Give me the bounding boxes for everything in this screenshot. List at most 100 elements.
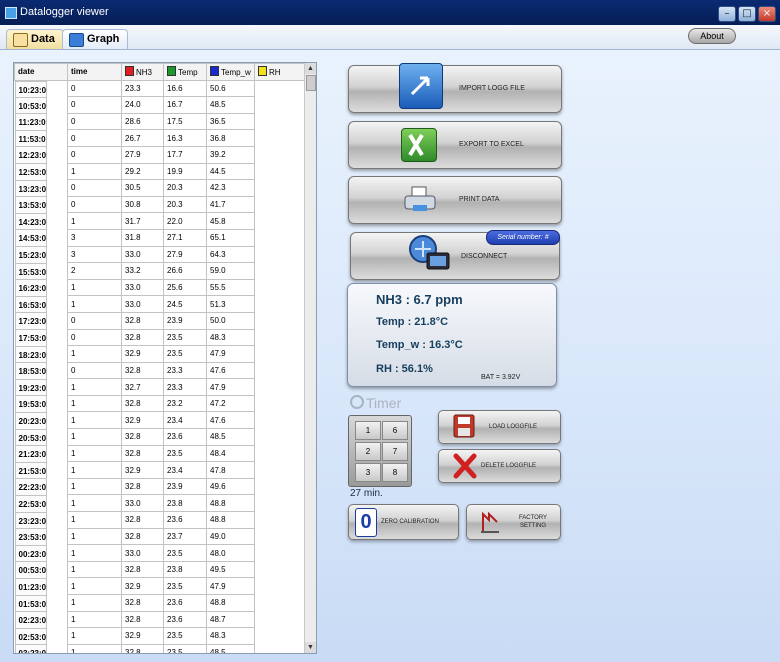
table-row[interactable]: 10/07/200923:23:00132.823.648.8 <box>14 511 305 530</box>
app-icon <box>5 7 17 19</box>
table-row[interactable]: 10/07/200910:23:00023.316.650.6 <box>14 79 305 99</box>
column-header-temp-w[interactable]: Temp_w <box>206 63 255 81</box>
scroll-thumb[interactable] <box>306 75 316 91</box>
table-cell: 64.3 <box>206 245 255 264</box>
column-header-rh[interactable]: RH <box>254 63 305 81</box>
timer-key[interactable]: 1 <box>355 421 381 440</box>
table-row[interactable]: 10/07/200915:53:00233.226.659.0 <box>14 262 305 281</box>
table-cell: 47.6 <box>206 361 255 380</box>
print-data-button[interactable]: Print data <box>348 176 562 224</box>
export-to-excel-button[interactable]: Export to excel <box>348 121 562 169</box>
table-row[interactable]: 11/07/200902:53:00132.923.548.3 <box>14 627 305 646</box>
table-cell: 47.9 <box>206 345 255 363</box>
table-cell: 48.8 <box>206 511 255 529</box>
table-row[interactable]: 10/07/200910:53:00024.016.748.5 <box>14 96 305 115</box>
table-cell: 33.0 <box>121 544 164 562</box>
tab-graph[interactable]: Graph <box>62 29 129 49</box>
table-cell: 41.7 <box>206 195 255 214</box>
table-cell: 47.6 <box>206 411 255 430</box>
table-cell: 32.9 <box>121 627 164 645</box>
table-row[interactable]: 10/07/200916:23:00133.025.655.5 <box>14 278 305 297</box>
table-row[interactable]: 11/07/200900:53:00132.823.849.5 <box>14 560 305 579</box>
table-row[interactable]: 10/07/200911:23:00028.617.536.5 <box>14 112 305 131</box>
table-cell: 44.5 <box>206 162 255 181</box>
table-row[interactable]: 10/07/200922:53:00133.023.848.8 <box>14 494 305 513</box>
timer-key[interactable]: 3 <box>355 463 381 482</box>
table-row[interactable]: 10/07/200914:53:00331.827.165.1 <box>14 228 305 248</box>
table-cell: 27.1 <box>163 228 207 247</box>
maximize-button[interactable]: □ <box>738 6 756 22</box>
table-row[interactable]: 10/07/200916:53:00133.024.551.3 <box>14 295 305 314</box>
scroll-up-icon[interactable]: ▲ <box>305 63 316 74</box>
scroll-down-icon[interactable]: ▼ <box>305 642 316 653</box>
table-row[interactable]: 11/07/200903:23:00132.823.548.5 <box>14 643 305 653</box>
table-row[interactable]: 10/07/200919:53:00132.823.247.2 <box>14 394 305 413</box>
table-scrollbar[interactable]: ▲ ▼ <box>304 63 316 653</box>
timer-key[interactable]: 7 <box>382 442 408 461</box>
table-cell: 00:53:00 <box>14 561 47 579</box>
table-cell: 32.9 <box>121 461 164 479</box>
zero-calibration-button[interactable]: 0 Zero calibration <box>348 504 459 540</box>
column-header-temp[interactable]: Temp <box>163 63 207 81</box>
table-row[interactable]: 11/07/200900:23:00133.023.548.0 <box>14 544 305 563</box>
factory-setting-button[interactable]: Factory setting <box>466 504 561 540</box>
table-cell: 32.9 <box>121 345 164 363</box>
close-button[interactable]: × <box>758 6 776 22</box>
table-row[interactable]: 10/07/200915:23:00333.027.964.3 <box>14 245 305 264</box>
table-cell: 31.8 <box>121 228 164 247</box>
timer-key[interactable]: 6 <box>382 421 408 440</box>
temp-w-reading: Temp_w : 16.3°C <box>376 339 463 351</box>
table-cell: 23.7 <box>163 527 207 546</box>
timer-key[interactable]: 2 <box>355 442 381 461</box>
table-row[interactable]: 11/07/200901:53:00132.823.648.8 <box>14 594 305 613</box>
connection-icon <box>407 233 453 275</box>
table-row[interactable]: 10/07/200921:23:00132.823.548.4 <box>14 444 305 463</box>
table-row[interactable]: 10/07/200918:23:00132.923.547.9 <box>14 345 305 364</box>
table-cell: 01:23:00 <box>14 577 47 596</box>
table-row[interactable]: 10/07/200923:53:00132.823.749.0 <box>14 527 305 546</box>
table-row[interactable]: 10/07/200914:23:00131.722.045.8 <box>14 212 305 231</box>
table-cell: 18:53:00 <box>14 362 47 380</box>
table-cell: 1 <box>67 527 122 546</box>
table-cell: 49.6 <box>206 477 255 496</box>
table-row[interactable]: 10/07/200913:53:00030.820.341.7 <box>14 195 305 214</box>
table-cell: 48.0 <box>206 544 255 562</box>
table-cell: 30.8 <box>121 195 164 214</box>
column-header-date[interactable]: date <box>14 63 68 81</box>
table-row[interactable]: 10/07/200918:53:00032.823.347.6 <box>14 361 305 380</box>
load-loggfile-label: Load loggfile <box>489 424 538 430</box>
table-row[interactable]: 10/07/200913:23:00030.520.342.3 <box>14 179 305 198</box>
column-header-nh3[interactable]: NH3 <box>121 63 164 81</box>
table-cell: 13:23:00 <box>14 179 47 198</box>
table-row[interactable]: 10/07/200919:23:00132.723.347.9 <box>14 378 305 397</box>
table-cell: 33.0 <box>121 245 164 264</box>
minimize-button[interactable]: – <box>718 6 736 22</box>
table-row[interactable]: 11/07/200902:23:00132.823.648.7 <box>14 610 305 629</box>
table-body: 10/07/200910:23:00023.316.650.610/07/200… <box>14 79 305 653</box>
table-cell: 23.6 <box>163 594 207 612</box>
table-row[interactable]: 10/07/200921:53:00132.923.447.8 <box>14 461 305 480</box>
table-row[interactable]: 10/07/200911:53:00026.716.336.8 <box>14 129 305 148</box>
timer-key[interactable]: 8 <box>382 463 408 482</box>
tab-data[interactable]: Data <box>6 29 64 49</box>
table-cell: 32.8 <box>121 511 164 529</box>
table-row[interactable]: 10/07/200922:23:00132.823.949.6 <box>14 477 305 496</box>
table-row[interactable]: 10/07/200920:23:00132.923.447.6 <box>14 411 305 430</box>
table-cell: 23.9 <box>163 311 207 330</box>
table-cell: 02:23:00 <box>14 611 47 629</box>
table-row[interactable]: 10/07/200917:53:00032.823.548.3 <box>14 328 305 347</box>
table-cell: 1 <box>67 477 122 496</box>
table-row[interactable]: 11/07/200901:23:00132.923.547.9 <box>14 577 305 596</box>
table-cell: 20:53:00 <box>14 428 47 447</box>
disconnect-label: Disconnect <box>461 253 508 260</box>
column-header-time[interactable]: time <box>67 63 122 81</box>
table-row[interactable]: 10/07/200912:53:00129.219.944.5 <box>14 162 305 181</box>
load-loggfile-button[interactable]: Load loggfile <box>438 410 561 444</box>
table-row[interactable]: 10/07/200917:23:00032.823.950.0 <box>14 311 305 330</box>
table-cell: 36.5 <box>206 112 255 131</box>
table-row[interactable]: 10/07/200920:53:00132.823.648.5 <box>14 428 305 447</box>
table-row[interactable]: 10/07/200912:23:00027.917.739.2 <box>14 145 305 165</box>
delete-loggfile-button[interactable]: Delete loggfile <box>438 449 561 483</box>
import-logg-file-button[interactable]: Import logg file <box>348 63 562 113</box>
about-button[interactable]: About <box>688 28 736 44</box>
